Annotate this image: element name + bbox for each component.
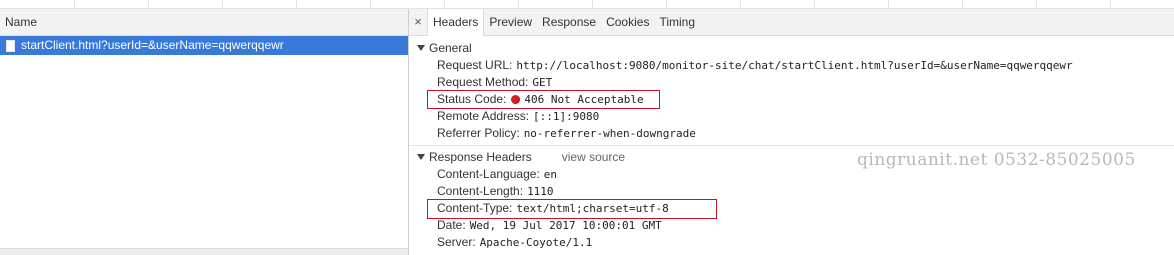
general-section-toggle[interactable]: General [409,39,1174,57]
request-name: startClient.html?userId=&userName=qqwerq… [21,38,284,52]
header-value: Wed, 19 Jul 2017 10:00:01 GMT [469,219,662,232]
header-key: Content-Length: [437,184,524,198]
header-value: 1110 [527,185,554,198]
close-icon[interactable]: × [409,9,427,35]
header-key: Server: [437,235,476,249]
name-column-header[interactable]: Name [0,9,408,36]
tab-headers[interactable]: Headers [427,9,485,36]
referrer-policy-row: Referrer Policy: no-referrer-when-downgra… [409,125,1174,142]
header-value: en [543,168,557,181]
header-value: Apache-Coyote/1.1 [479,236,593,249]
tab-preview[interactable]: Preview [484,9,537,35]
timeline-strip [0,0,1174,9]
header-value: [::1]:9080 [533,110,600,123]
server-row: Server: Apache-Coyote/1.1 [409,234,1174,251]
document-icon [6,39,15,52]
tab-response[interactable]: Response [537,9,601,35]
tab-timing[interactable]: Timing [654,9,700,35]
remote-address-row: Remote Address: [::1]:9080 [409,108,1174,125]
header-key: Referrer Policy: [437,126,520,140]
request-list-panel: Name startClient.html?userId=&userName=q… [0,9,409,255]
response-headers-title: Response Headers [429,150,532,164]
request-row-selected[interactable]: startClient.html?userId=&userName=qqwerq… [0,36,408,55]
header-key: Content-Language: [437,167,540,181]
content-length-row: Content-Length: 1110 [409,183,1174,200]
request-url-row: Request URL: http://localhost:9080/monito… [409,57,1174,74]
header-key: Remote Address: [437,109,530,123]
header-key: Request Method: [437,75,529,89]
request-method-row: Request Method: GET [409,74,1174,91]
header-value: no-referrer-when-downgrade [523,127,696,140]
content-type-highlight-box [427,199,717,219]
left-panel-footer [0,248,408,255]
header-value: GET [532,76,553,89]
date-row: Date: Wed, 19 Jul 2017 10:00:01 GMT [409,217,1174,234]
status-code-highlight-box [427,90,660,109]
header-value: http://localhost:9080/monitor-site/chat/… [516,59,1073,72]
details-tabbar: × Headers Preview Response Cookies Timin… [409,9,1174,36]
header-key: Request URL: [437,58,513,72]
tab-cookies[interactable]: Cookies [601,9,654,35]
watermark-text: qingruanit.net 0532-85025005 [857,150,1136,170]
triangle-down-icon [417,45,425,51]
general-section-title: General [429,41,472,55]
header-key: Date: [437,218,466,232]
view-source-link[interactable]: view source [562,148,625,166]
triangle-down-icon [417,154,425,160]
